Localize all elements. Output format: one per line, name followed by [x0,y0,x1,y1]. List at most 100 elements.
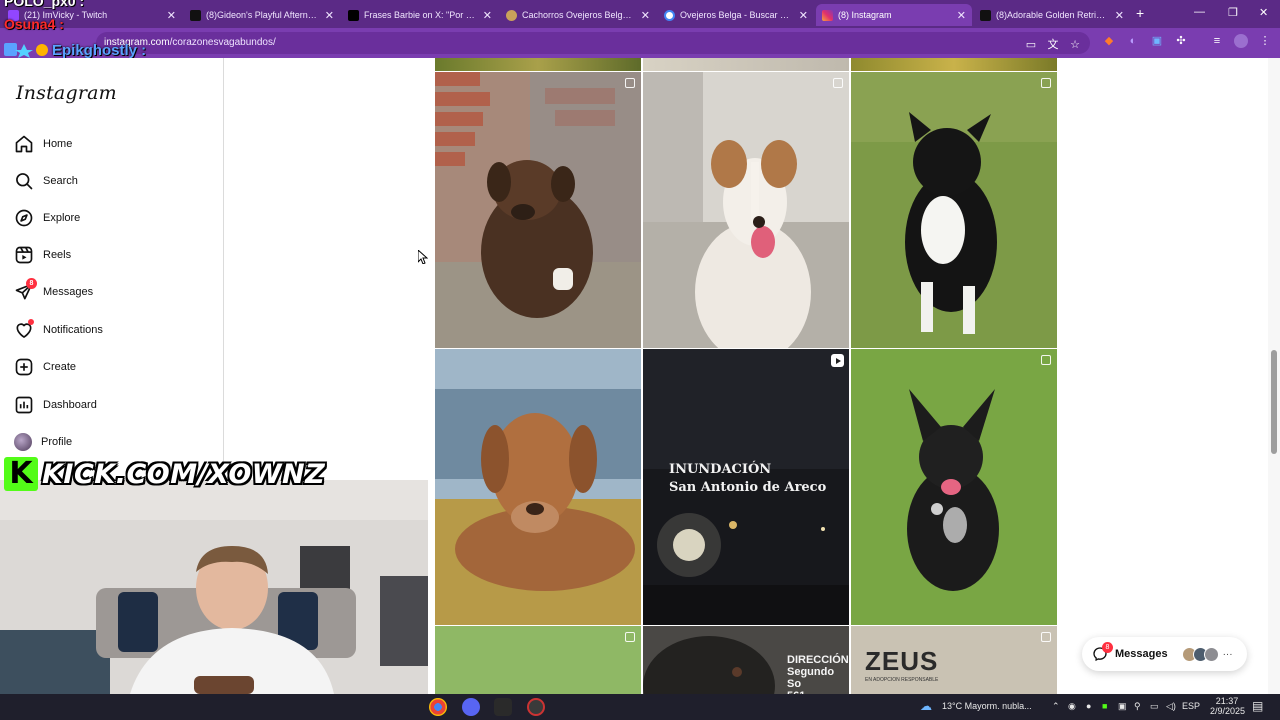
nav-label: Explore [43,212,81,224]
restore-icon[interactable]: ❐ [1228,6,1238,19]
language-indicator[interactable]: ESP [1182,701,1200,711]
browser-tab[interactable]: Cachorros Ovejeros Belga Mali ✕ [500,4,656,26]
avatar [14,433,32,451]
network-icon[interactable]: ▭ [1150,701,1159,712]
notification-center-icon[interactable]: ▤ [1252,699,1263,713]
nav-label: Search [43,175,78,187]
page-scrollbar[interactable] [1268,58,1280,694]
browser-tab[interactable]: Ovejeros Belga - Buscar con Go ✕ [658,4,814,26]
close-icon[interactable]: ✕ [483,9,492,22]
tray-app-icon[interactable]: ◉ [1068,701,1076,712]
google-icon [664,9,675,21]
tiktok-icon [190,9,201,21]
post-thumbnail[interactable] [851,58,1057,71]
discord-icon[interactable] [462,698,480,716]
tray-discord-icon[interactable]: ● [1086,701,1091,711]
address-bar[interactable]: instagram.com/corazonesvagabundos/ ▭ 文 ☆ [96,32,1090,54]
post-thumbnail[interactable] [435,72,641,348]
post-thumbnail[interactable] [851,72,1057,348]
x-logo-icon [348,9,359,21]
profile-icon[interactable] [1234,34,1248,48]
close-window-icon[interactable]: ✕ [1259,6,1268,19]
nav-search[interactable]: Search [14,167,214,195]
more-icon[interactable]: ··· [1223,649,1233,660]
tab-title: (8) Instagram [838,10,892,20]
messages-pill-button[interactable]: 8 Messages ··· [1082,637,1247,671]
volume-icon[interactable]: ◁) [1166,701,1176,712]
carousel-icon [1041,355,1051,365]
post-thumbnail[interactable]: DIRECCIÓN Segundo So 561 [643,626,849,694]
extension-icon[interactable]: ◐ [1126,34,1140,48]
nav-label: Notifications [43,324,103,336]
browser-tab-strip: (21) ImVicky - Twitch ✕ (8)Gideon's Play… [0,0,1280,28]
nav-notifications[interactable]: Notifications [14,316,214,344]
post-thumbnail[interactable] [643,72,849,348]
extension-icon[interactable]: ▣ [1150,34,1164,48]
close-icon[interactable]: ✕ [641,9,650,22]
close-icon[interactable]: ✕ [799,9,808,22]
post-thumbnail-reel[interactable]: INUNDACIÓN San Antonio de Areco [643,349,849,625]
browser-tab-active[interactable]: (8) Instagram ✕ [816,4,972,26]
post-thumbnail[interactable] [435,58,641,71]
messages-badge: 8 [26,278,37,289]
browser-tab[interactable]: (8)Gideon's Playful Afternoon: A ✕ [184,4,340,26]
weather-text[interactable]: 13°C Mayorm. nubla... [942,701,1032,711]
extension-icon[interactable]: ◆ [1102,34,1116,48]
nav-create[interactable]: Create [14,353,214,381]
chrome-icon[interactable] [429,698,447,716]
post-thumbnail[interactable] [643,58,849,71]
puzzle-extensions-icon[interactable]: ✣ [1174,34,1188,48]
browser-tab[interactable]: (8)Adorable Golden Retriever P ✕ [974,4,1130,26]
tray-nvidia-icon[interactable]: ■ [1102,701,1107,711]
search-icon [16,173,33,190]
overlay-line: Segundo So [787,666,835,690]
post-thumbnail[interactable] [435,626,641,694]
nav-messages[interactable]: 8 Messages [14,278,214,306]
tab-title: Cachorros Ovejeros Belga Mali [522,10,635,20]
close-icon[interactable]: ✕ [957,9,966,22]
minimize-icon[interactable]: — [1194,6,1205,18]
close-icon[interactable]: ✕ [325,9,334,22]
carousel-icon [625,632,635,642]
tab-title: Frases Barbie on X: "Por dios e [364,10,477,20]
epic-games-icon[interactable] [494,698,512,716]
close-icon[interactable]: ✕ [1115,9,1124,22]
install-app-icon[interactable]: ▭ [1024,38,1038,52]
nav-dashboard[interactable]: Dashboard [14,391,214,419]
nav-reels[interactable]: Reels [14,241,214,269]
translate-icon[interactable]: 文 [1046,38,1060,52]
post-thumbnail[interactable]: ZEUS EN ADOPCION RESPONSABLE [851,626,1057,694]
obs-icon[interactable] [527,698,545,716]
post-thumbnail[interactable] [851,349,1057,625]
tray-app-icon[interactable]: ▣ [1118,701,1127,712]
close-icon[interactable]: ✕ [167,9,176,22]
menu-kebab-icon[interactable]: ⋮ [1258,34,1272,48]
nav-label: Create [43,361,77,373]
nav-profile[interactable]: Profile [14,428,214,456]
compass-icon [15,209,33,227]
kick-logo-icon: K [4,457,38,491]
post-thumbnail[interactable] [435,349,641,625]
clock[interactable]: 21:37 2/9/2025 [1210,696,1245,716]
instagram-logo[interactable]: Instagram [16,82,117,104]
tab-title: Ovejeros Belga - Buscar con Go [680,10,793,20]
browser-tab[interactable]: Frases Barbie on X: "Por dios e ✕ [342,4,498,26]
dashboard-icon [15,396,33,414]
tab-title: (8)Gideon's Playful Afternoon: A [206,10,319,20]
new-tab-button[interactable]: + [1136,5,1144,21]
media-controls-icon[interactable]: ≡ [1210,34,1224,48]
bookmark-star-icon[interactable]: ☆ [1068,38,1082,52]
plus-square-icon [15,358,33,376]
nav-explore[interactable]: Explore [14,204,214,232]
nav-label: Dashboard [43,399,97,411]
post-overlay-text: INUNDACIÓN San Antonio de Areco [669,461,826,497]
screen: (21) ImVicky - Twitch ✕ (8)Gideon's Play… [0,0,1280,720]
nav-home[interactable]: Home [14,130,214,158]
microphone-icon[interactable]: ⚲ [1134,701,1141,712]
nav-label: Messages [43,286,94,298]
nav-label: Reels [43,249,72,261]
tiktok-icon [980,9,991,21]
dog-photo-border-collie [851,72,1057,348]
tray-chevron-icon[interactable]: ⌃ [1052,701,1060,712]
scrollbar-thumb[interactable] [1271,350,1277,454]
